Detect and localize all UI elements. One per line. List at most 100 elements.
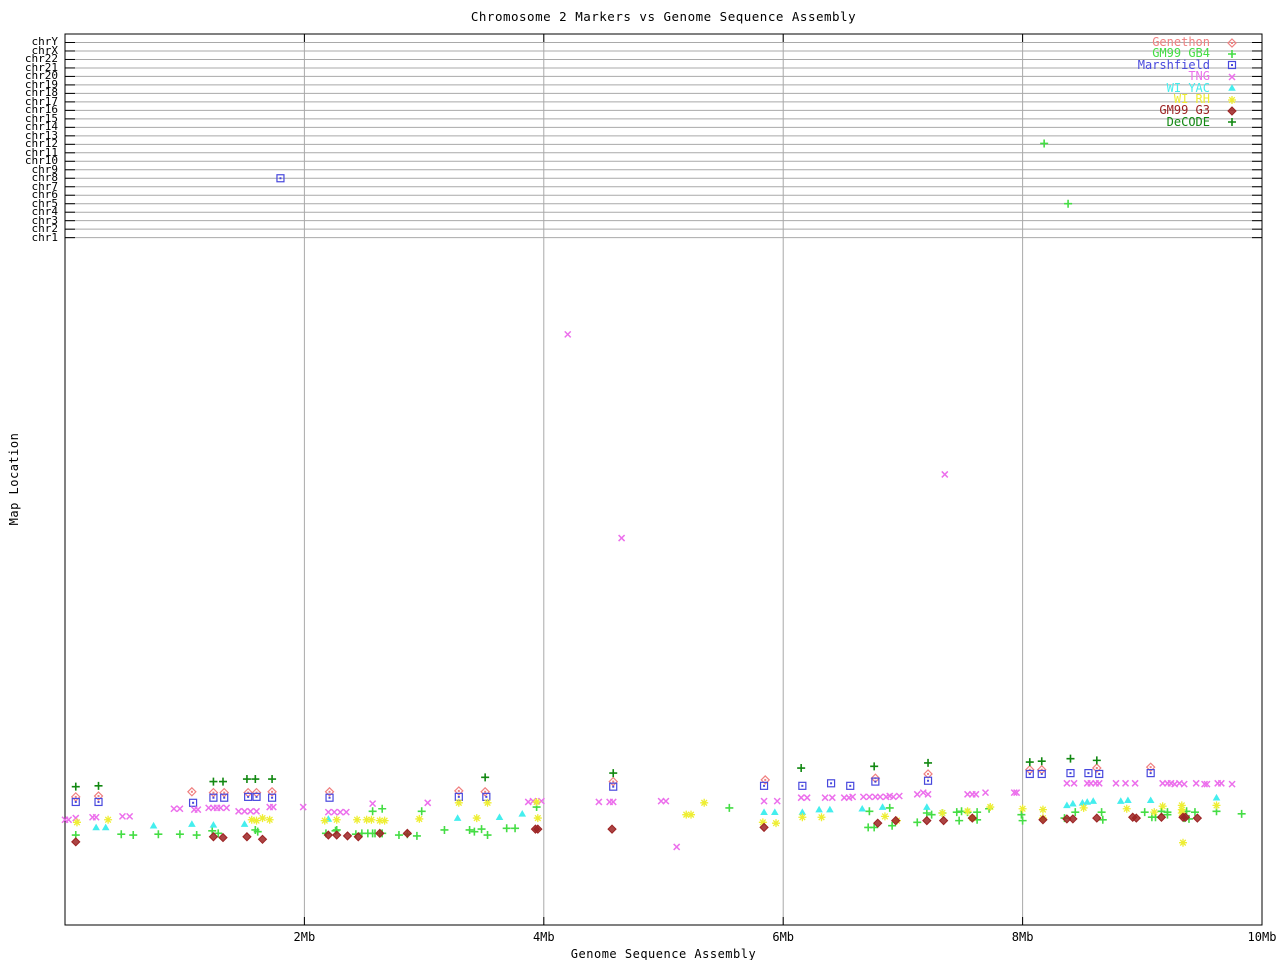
data-point	[797, 764, 806, 773]
data-point	[65, 816, 73, 824]
data-point	[1018, 816, 1027, 825]
data-point	[1131, 779, 1139, 787]
data-point	[1066, 769, 1075, 778]
data-point	[415, 814, 424, 823]
data-point	[1063, 779, 1071, 787]
data-point	[104, 815, 113, 824]
data-point	[477, 825, 486, 834]
data-point	[821, 794, 829, 802]
data-point	[1228, 84, 1236, 91]
data-point	[1227, 37, 1237, 48]
data-point	[209, 793, 218, 802]
data-point	[1227, 106, 1237, 116]
data-point	[208, 787, 219, 798]
data-point	[1228, 49, 1236, 58]
data-point	[803, 794, 811, 802]
data-point	[981, 789, 990, 797]
data-point	[859, 793, 867, 801]
data-point	[94, 781, 103, 790]
data-point	[330, 808, 338, 816]
data-point	[92, 823, 100, 831]
legend-item-marshfield: Marshfield	[1058, 59, 1246, 71]
data-point	[876, 793, 884, 801]
data-point	[938, 815, 949, 826]
data-point	[1237, 809, 1246, 818]
data-point	[1092, 756, 1101, 765]
data-point	[209, 821, 218, 828]
data-point	[1069, 799, 1077, 807]
data-point	[72, 814, 80, 822]
data-point	[299, 803, 307, 811]
legend-item-wi-rh: WI RH	[1058, 93, 1246, 106]
x-tick-label-8Mb: 8Mb	[1011, 930, 1034, 944]
data-point	[194, 806, 202, 814]
data-point	[149, 821, 158, 829]
data-point	[815, 805, 823, 813]
data-point	[608, 776, 619, 787]
data-point	[773, 797, 781, 805]
data-point	[332, 815, 341, 824]
data-point	[952, 808, 961, 817]
data-point	[187, 786, 197, 797]
x-tick-label-4Mb: 4Mb	[532, 930, 555, 944]
data-point	[771, 808, 779, 815]
data-point	[1122, 779, 1130, 787]
data-point	[188, 820, 196, 827]
data-point	[880, 812, 889, 821]
data-point	[71, 782, 80, 791]
data-point	[1146, 796, 1155, 804]
data-point	[938, 808, 947, 817]
data-point	[865, 793, 873, 801]
data-point	[1040, 139, 1049, 148]
data-point	[798, 781, 807, 790]
data-point	[725, 803, 734, 812]
series-wi-yac	[92, 793, 1221, 831]
data-point	[1092, 813, 1102, 823]
plot-border	[64, 33, 1263, 926]
data-point	[1066, 754, 1075, 763]
data-point	[1140, 808, 1149, 817]
plus-legend-icon	[1228, 49, 1236, 58]
data-point	[846, 781, 855, 790]
data-point	[217, 804, 225, 812]
data-point	[320, 816, 329, 825]
plus-legend-icon	[1228, 118, 1236, 127]
data-point	[483, 798, 492, 807]
data-point	[1063, 801, 1071, 809]
data-point	[511, 824, 520, 833]
data-point	[378, 804, 387, 813]
asterisk-legend-icon	[1228, 95, 1236, 104]
filled-diamond-legend-icon	[1227, 106, 1237, 116]
data-point	[865, 807, 874, 816]
data-point	[380, 816, 389, 825]
data-point	[269, 803, 277, 811]
legend-item-decode: DeCODE	[1058, 116, 1246, 128]
data-point	[332, 830, 342, 840]
data-point	[922, 808, 931, 817]
data-point	[1179, 838, 1187, 847]
data-point	[895, 792, 903, 800]
data-point	[129, 831, 138, 840]
data-point	[424, 799, 432, 807]
data-point	[402, 828, 413, 839]
data-point	[760, 797, 768, 805]
series-decode	[71, 754, 1101, 791]
data-point	[798, 813, 807, 822]
data-point	[1036, 764, 1047, 775]
data-point	[481, 773, 490, 782]
data-point	[532, 797, 541, 806]
data-point	[870, 762, 879, 771]
chart-canvas: Chromosome 2 Markers vs Genome Sequence …	[0, 0, 1280, 960]
data-point	[618, 534, 626, 542]
filled-triangle-legend-icon	[1228, 84, 1236, 91]
data-point	[760, 808, 768, 815]
data-point	[220, 793, 229, 802]
data-point	[265, 815, 274, 824]
data-point	[955, 816, 964, 825]
data-point	[878, 803, 887, 810]
data-point	[700, 798, 709, 807]
data-point	[240, 820, 249, 827]
data-point	[673, 843, 681, 851]
data-point	[126, 812, 134, 820]
data-point	[483, 831, 492, 840]
